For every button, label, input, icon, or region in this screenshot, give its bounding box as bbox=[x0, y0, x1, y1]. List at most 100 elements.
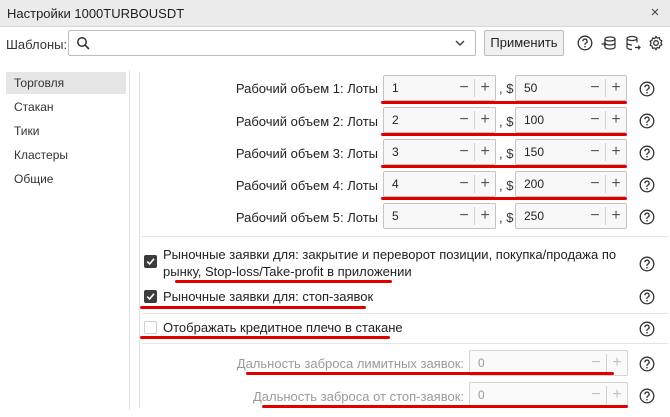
settings-sidebar: Торговля Стакан Тики Кластеры Общие bbox=[4, 70, 130, 410]
volume-5-lots-input[interactable] bbox=[392, 208, 452, 224]
red-annotation-underline bbox=[140, 336, 390, 339]
decrement-button[interactable]: − bbox=[454, 174, 474, 194]
volume-1-label: Рабочий объем 1: Лоты bbox=[235, 81, 378, 96]
red-annotation-underline bbox=[246, 372, 614, 375]
volume-1-lots-stepper[interactable]: − + bbox=[383, 75, 496, 101]
increment-button[interactable]: + bbox=[607, 385, 627, 405]
increment-button[interactable]: + bbox=[475, 142, 495, 162]
stop-orders-label: Рыночные заявки для: стоп-заявок bbox=[163, 289, 374, 304]
increment-button[interactable]: + bbox=[606, 78, 626, 98]
volume-2-lots-input[interactable] bbox=[392, 112, 452, 128]
help-icon[interactable] bbox=[639, 356, 655, 372]
scrollbar-thumb[interactable] bbox=[139, 72, 145, 408]
decrement-button[interactable]: − bbox=[454, 142, 474, 162]
volume-3-lots-stepper[interactable]: − + bbox=[383, 139, 496, 165]
volume-2-label: Рабочий объем 2: Лоты bbox=[235, 114, 378, 129]
decrement-button[interactable]: − bbox=[585, 142, 605, 162]
red-annotation-underline bbox=[381, 197, 627, 200]
increment-button[interactable]: + bbox=[475, 174, 495, 194]
volume-5-usd-stepper[interactable]: − + bbox=[515, 203, 627, 229]
help-icon[interactable] bbox=[639, 113, 655, 129]
window-titlebar: Настройки 1000TURBOUSDT × bbox=[0, 0, 670, 27]
help-icon[interactable] bbox=[639, 81, 655, 97]
sidebar-item-ticks[interactable]: Тики bbox=[6, 120, 126, 142]
volume-4-usd-stepper[interactable]: − + bbox=[515, 171, 627, 197]
increment-button[interactable]: + bbox=[475, 110, 495, 130]
section-divider bbox=[142, 236, 668, 237]
sidebar-item-orderbook[interactable]: Стакан bbox=[6, 96, 126, 118]
volume-2-usd-stepper[interactable]: − + bbox=[515, 107, 627, 133]
volume-4-usd-input[interactable] bbox=[524, 176, 584, 192]
market-orders-checkbox[interactable] bbox=[144, 255, 157, 268]
increment-button[interactable]: + bbox=[606, 206, 626, 226]
volume-4-lots-stepper[interactable]: − + bbox=[383, 171, 496, 197]
templates-select[interactable] bbox=[68, 30, 476, 56]
stop-distance-label: Дальность заброса от стоп-заявок: bbox=[252, 389, 464, 404]
stop-orders-checkbox[interactable] bbox=[144, 290, 157, 303]
leverage-label: Отображать кредитное плечо в стакане bbox=[163, 320, 403, 335]
volume-2-lots-stepper[interactable]: − + bbox=[383, 107, 496, 133]
close-icon[interactable]: × bbox=[645, 3, 665, 23]
sidebar-item-clusters[interactable]: Кластеры bbox=[6, 144, 126, 166]
decrement-button[interactable]: − bbox=[585, 206, 605, 226]
increment-button[interactable]: + bbox=[606, 110, 626, 130]
section-divider bbox=[142, 313, 668, 314]
limit-distance-input[interactable] bbox=[478, 355, 578, 371]
volume-5-lots-stepper[interactable]: − + bbox=[383, 203, 496, 229]
decrement-button[interactable]: − bbox=[586, 353, 606, 373]
volume-3-lots-input[interactable] bbox=[392, 144, 452, 160]
volume-1-lots-input[interactable] bbox=[392, 80, 452, 96]
volume-4-lots-input[interactable] bbox=[392, 176, 452, 192]
checkmark-icon bbox=[146, 293, 155, 301]
volume-3-usd-input[interactable] bbox=[524, 144, 584, 160]
search-icon bbox=[77, 37, 90, 50]
help-icon[interactable] bbox=[639, 321, 655, 337]
volume-3-label: Рабочий объем 3: Лоты bbox=[235, 146, 378, 161]
volume-5-usd-input[interactable] bbox=[524, 208, 584, 224]
decrement-button[interactable]: − bbox=[585, 78, 605, 98]
volume-1-usd-stepper[interactable]: − + bbox=[515, 75, 627, 101]
increment-button[interactable]: + bbox=[475, 78, 495, 98]
decrement-button[interactable]: − bbox=[454, 78, 474, 98]
help-icon[interactable] bbox=[639, 289, 655, 305]
usd-separator: , $ bbox=[499, 81, 514, 96]
templates-toolbar: Шаблоны: Применить bbox=[0, 28, 670, 59]
help-icon[interactable] bbox=[639, 177, 655, 193]
decrement-button[interactable]: − bbox=[454, 206, 474, 226]
database-export-icon[interactable] bbox=[625, 35, 641, 51]
usd-separator: , $ bbox=[499, 178, 514, 193]
templates-label: Шаблоны: bbox=[6, 37, 68, 52]
decrement-button[interactable]: − bbox=[585, 110, 605, 130]
red-annotation-underline bbox=[381, 165, 627, 168]
help-icon[interactable] bbox=[639, 145, 655, 161]
increment-button[interactable]: + bbox=[606, 174, 626, 194]
volume-3-usd-stepper[interactable]: − + bbox=[515, 139, 627, 165]
volume-2-usd-input[interactable] bbox=[524, 112, 584, 128]
database-import-icon[interactable] bbox=[601, 35, 617, 51]
decrement-button[interactable]: − bbox=[454, 110, 474, 130]
sidebar-item-general[interactable]: Общие bbox=[6, 168, 126, 190]
volume-1-usd-input[interactable] bbox=[524, 80, 584, 96]
stop-distance-input[interactable] bbox=[478, 387, 578, 403]
decrement-button[interactable]: − bbox=[586, 385, 606, 405]
leverage-checkbox[interactable] bbox=[144, 321, 157, 334]
gear-icon[interactable] bbox=[648, 35, 664, 51]
scrollbar[interactable] bbox=[138, 70, 146, 410]
red-annotation-underline bbox=[381, 133, 627, 136]
templates-search-input[interactable] bbox=[95, 34, 445, 52]
red-annotation-underline bbox=[381, 101, 627, 104]
increment-button[interactable]: + bbox=[475, 206, 495, 226]
increment-button[interactable]: + bbox=[606, 142, 626, 162]
help-icon[interactable] bbox=[577, 35, 593, 51]
help-icon[interactable] bbox=[639, 209, 655, 225]
help-icon[interactable] bbox=[639, 388, 655, 404]
market-orders-label-line2: рынку, Stop-loss/Take-profit в приложени… bbox=[163, 264, 412, 279]
increment-button[interactable]: + bbox=[607, 353, 627, 373]
help-icon[interactable] bbox=[639, 256, 655, 272]
decrement-button[interactable]: − bbox=[585, 174, 605, 194]
limit-distance-label: Дальность заброса лимитных заявок: bbox=[236, 356, 464, 371]
usd-separator: , $ bbox=[499, 210, 514, 225]
sidebar-item-trading[interactable]: Торговля bbox=[6, 72, 126, 94]
chevron-down-icon[interactable] bbox=[454, 38, 466, 48]
apply-button[interactable]: Применить bbox=[484, 30, 564, 56]
